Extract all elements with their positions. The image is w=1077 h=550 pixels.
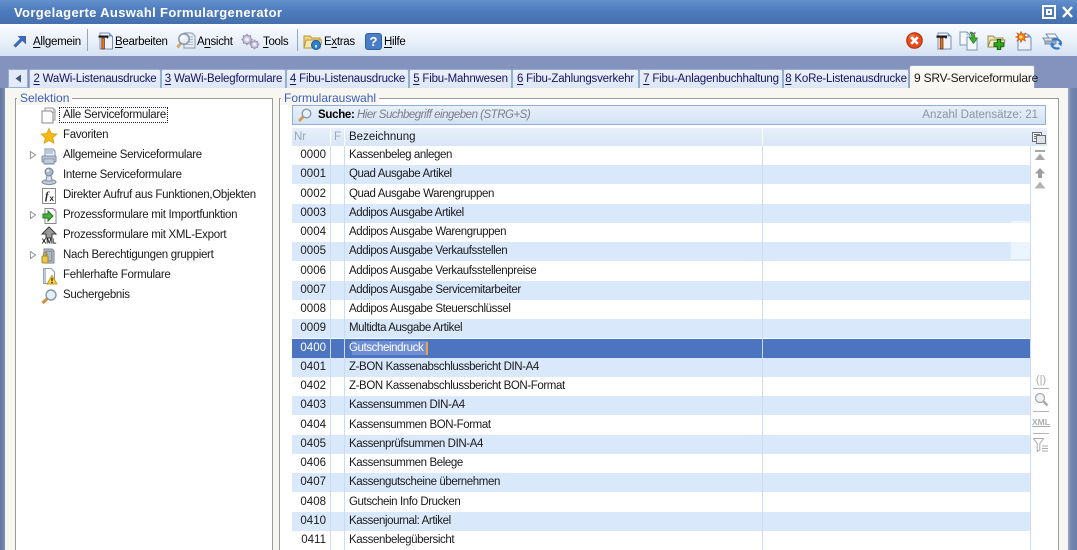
svg-text:XML: XML	[42, 239, 58, 245]
svg-text:x: x	[50, 194, 55, 203]
svg-text:?: ?	[370, 34, 378, 49]
